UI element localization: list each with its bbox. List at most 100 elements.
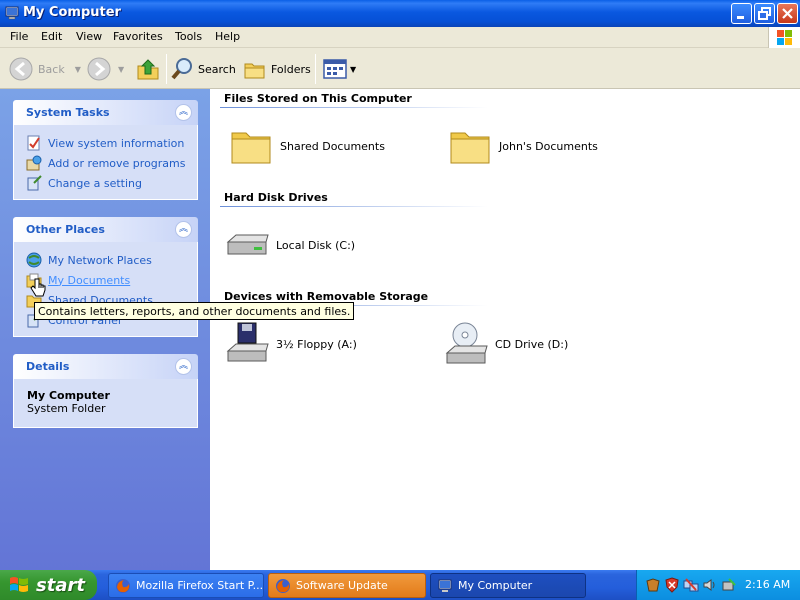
menu-favorites[interactable]: Favorites bbox=[113, 30, 163, 43]
group-divider bbox=[220, 206, 488, 207]
item-label: 3½ Floppy (A:) bbox=[276, 337, 357, 351]
menu-edit[interactable]: Edit bbox=[41, 30, 62, 43]
task-label: Change a setting bbox=[48, 176, 142, 190]
search-button[interactable]: Search bbox=[170, 54, 236, 84]
item-label: CD Drive (D:) bbox=[495, 337, 569, 351]
taskbar-my-computer[interactable]: My Computer bbox=[430, 573, 586, 598]
item-cd-drive-d[interactable]: CD Drive (D:) bbox=[443, 321, 568, 367]
collapse-chevron-icon[interactable]: ︽ bbox=[175, 104, 192, 121]
task-label: Software Update bbox=[296, 579, 388, 592]
task-pane: System Tasks ︽ View system information A… bbox=[0, 89, 210, 570]
add-remove-programs-icon bbox=[26, 155, 42, 171]
minimize-button[interactable] bbox=[731, 3, 752, 24]
task-change-setting[interactable]: Change a setting bbox=[14, 173, 197, 193]
clock: 2:16 AM bbox=[745, 578, 791, 591]
minimize-icon bbox=[737, 16, 744, 19]
task-label: View system information bbox=[48, 136, 185, 150]
back-button[interactable]: Back ▼ bbox=[8, 54, 81, 84]
taskbar-software-update[interactable]: Software Update bbox=[268, 573, 426, 598]
place-my-network-places[interactable]: My Network Places bbox=[14, 250, 197, 270]
start-label: start bbox=[36, 574, 85, 596]
task-add-remove-programs[interactable]: Add or remove programs bbox=[14, 153, 197, 173]
collapse-chevron-icon[interactable]: ︽ bbox=[175, 358, 192, 375]
details-title: Details bbox=[26, 360, 70, 373]
menu-bar: File Edit View Favorites Tools Help bbox=[0, 27, 800, 48]
other-places-title: Other Places bbox=[26, 223, 105, 236]
back-arrow-icon bbox=[9, 57, 33, 81]
menu-tools[interactable]: Tools bbox=[175, 30, 202, 43]
my-computer-icon bbox=[438, 579, 452, 592]
folder-content: Files Stored on This Computer Shared Doc… bbox=[210, 89, 800, 570]
system-tasks-header[interactable]: System Tasks ︽ bbox=[13, 100, 198, 125]
folder-icon bbox=[450, 132, 490, 164]
collapse-chevron-icon[interactable]: ︽ bbox=[175, 221, 192, 238]
system-tasks-title: System Tasks bbox=[26, 106, 110, 119]
cd-drive-icon bbox=[445, 322, 488, 364]
firefox-icon bbox=[276, 578, 290, 593]
tray-app-icon[interactable] bbox=[645, 577, 661, 593]
item-label: Local Disk (C:) bbox=[276, 238, 356, 252]
item-shared-documents[interactable]: Shared Documents bbox=[228, 123, 385, 169]
taskbar: start Mozilla Firefox Start P... Softwar… bbox=[0, 570, 800, 600]
views-dropdown-icon[interactable]: ▼ bbox=[350, 65, 356, 74]
system-tasks-panel: System Tasks ︽ View system information A… bbox=[13, 100, 198, 200]
restore-button[interactable] bbox=[754, 3, 775, 24]
views-icon bbox=[323, 59, 347, 79]
task-view-system-information[interactable]: View system information bbox=[14, 133, 197, 153]
windows-flag-icon bbox=[10, 577, 28, 592]
floppy-drive-icon bbox=[226, 322, 269, 362]
task-label: Mozilla Firefox Start P... bbox=[136, 579, 264, 592]
volume-icon[interactable] bbox=[702, 577, 718, 593]
up-folder-button[interactable] bbox=[135, 54, 161, 84]
menu-view[interactable]: View bbox=[76, 30, 102, 43]
forward-button[interactable]: ▼ bbox=[86, 54, 124, 84]
restore-icon bbox=[758, 7, 771, 20]
forward-dropdown-icon[interactable]: ▼ bbox=[118, 65, 124, 74]
up-folder-icon bbox=[137, 59, 159, 80]
group-header-hard-disks: Hard Disk Drives bbox=[224, 191, 328, 204]
close-button[interactable] bbox=[777, 3, 798, 24]
start-button[interactable]: start bbox=[0, 570, 97, 600]
item-johns-documents[interactable]: John's Documents bbox=[447, 123, 598, 169]
control-panel-icon bbox=[27, 175, 42, 191]
search-icon bbox=[171, 58, 192, 80]
taskbar-firefox-start-page[interactable]: Mozilla Firefox Start P... bbox=[108, 573, 264, 598]
details-header[interactable]: Details ︽ bbox=[13, 354, 198, 379]
place-label: My Network Places bbox=[48, 253, 152, 267]
windows-logo-icon bbox=[768, 27, 800, 48]
menu-file[interactable]: File bbox=[10, 30, 28, 43]
hand-cursor-icon bbox=[30, 278, 46, 297]
item-local-disk-c[interactable]: Local Disk (C:) bbox=[224, 222, 355, 268]
security-shield-icon[interactable] bbox=[664, 577, 680, 593]
search-label: Search bbox=[198, 62, 236, 76]
group-header-files: Files Stored on This Computer bbox=[224, 92, 412, 105]
window-title: My Computer bbox=[23, 5, 121, 20]
item-label: Shared Documents bbox=[280, 139, 385, 153]
safely-remove-hardware-icon[interactable] bbox=[721, 577, 737, 593]
group-divider bbox=[220, 107, 488, 108]
folders-icon bbox=[244, 63, 265, 79]
item-label: John's Documents bbox=[499, 139, 598, 153]
back-label: Back bbox=[38, 62, 65, 76]
tooltip: Contains letters, reports, and other doc… bbox=[34, 302, 355, 320]
views-button[interactable]: ▼ bbox=[322, 54, 356, 84]
my-computer-icon bbox=[5, 6, 19, 20]
close-icon bbox=[782, 8, 793, 19]
system-info-icon bbox=[27, 135, 40, 151]
item-floppy-a[interactable]: 3½ Floppy (A:) bbox=[224, 321, 357, 367]
details-name: My Computer bbox=[27, 389, 110, 402]
folder-icon bbox=[231, 132, 271, 164]
task-label: My Computer bbox=[458, 579, 533, 592]
task-label: Add or remove programs bbox=[48, 156, 186, 170]
other-places-header[interactable]: Other Places ︽ bbox=[13, 217, 198, 242]
menu-help[interactable]: Help bbox=[215, 30, 240, 43]
details-panel: Details ︽ My Computer System Folder bbox=[13, 354, 198, 428]
title-bar[interactable]: My Computer bbox=[0, 0, 800, 27]
forward-arrow-icon bbox=[87, 57, 111, 81]
network-connection-icon[interactable] bbox=[683, 577, 699, 593]
back-dropdown-icon[interactable]: ▼ bbox=[75, 65, 81, 74]
details-type: System Folder bbox=[27, 402, 106, 415]
toolbar: Back ▼ ▼ Search Folders ▼ bbox=[0, 48, 800, 89]
folders-button[interactable]: Folders bbox=[243, 54, 311, 84]
system-tray: 2:16 AM bbox=[636, 570, 800, 600]
